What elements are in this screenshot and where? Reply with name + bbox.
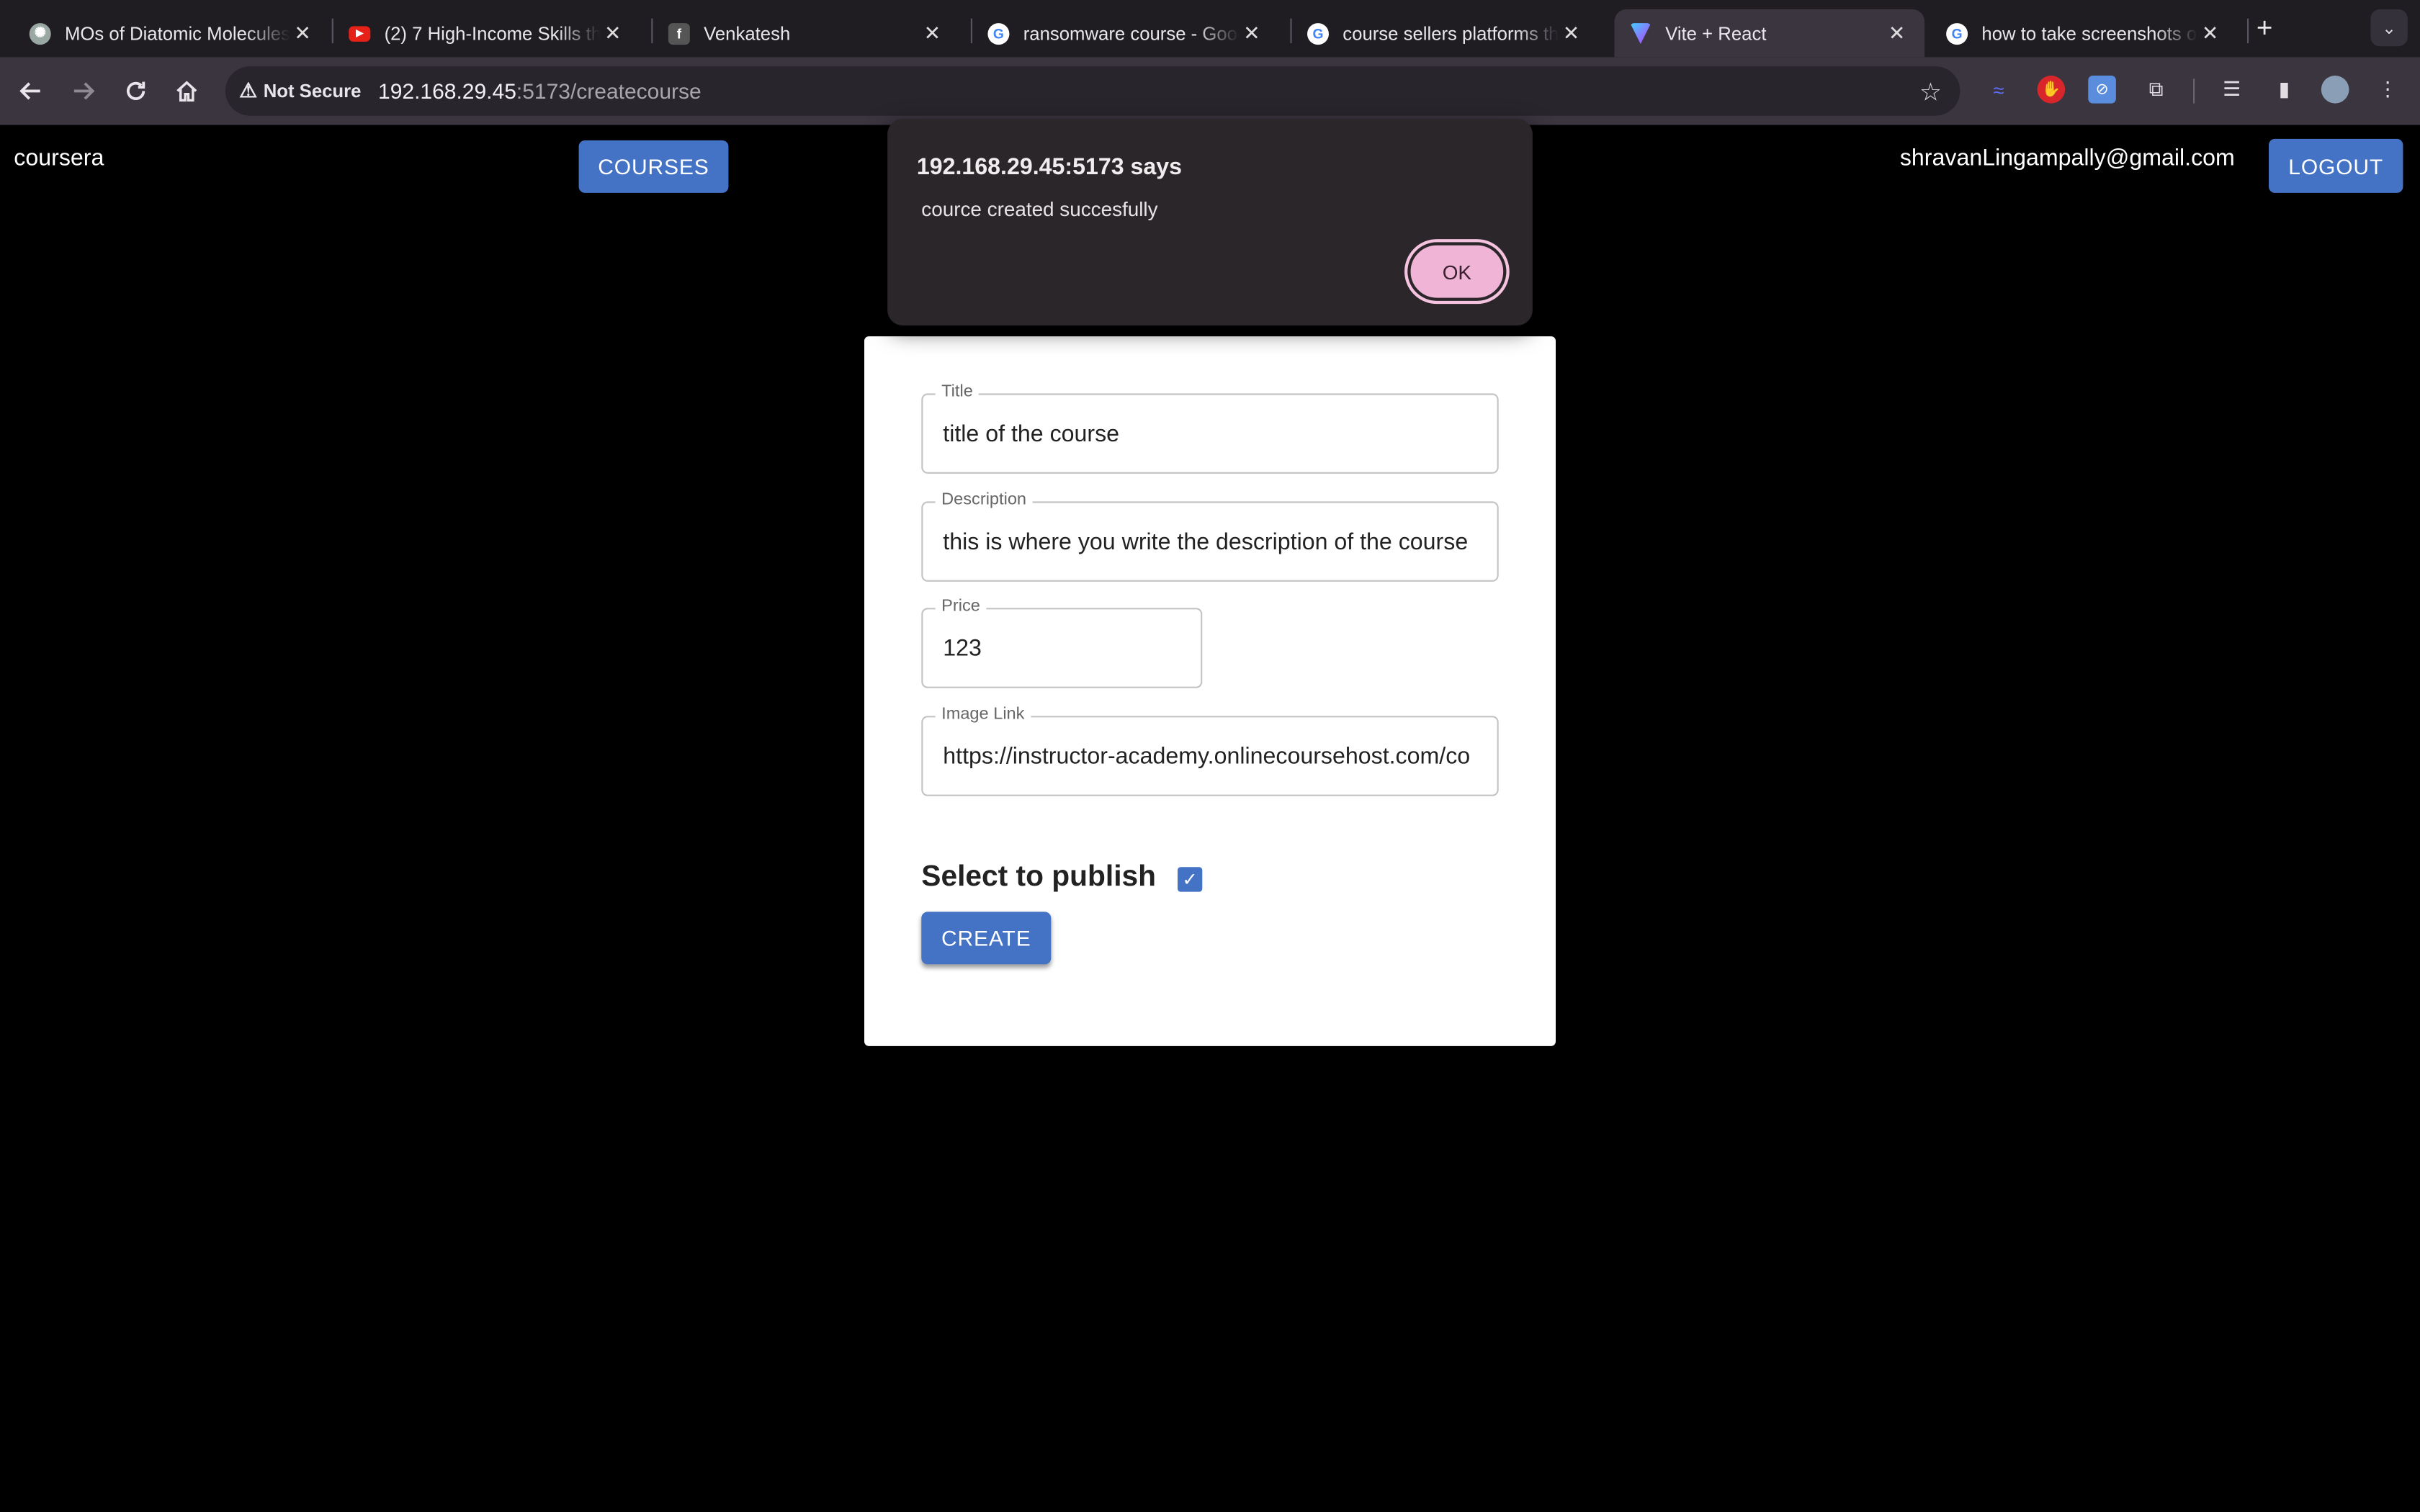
- home-icon[interactable]: [169, 73, 205, 109]
- browser-toolbar: ⚠ Not Secure 192.168.29.45:5173/createco…: [0, 57, 2420, 125]
- tab-youtube[interactable]: ▸ (2) 7 High-Income Skills that ✕: [333, 9, 640, 57]
- tab-venkatesh[interactable]: f Venkatesh ✕: [653, 9, 959, 57]
- google-icon: G: [987, 22, 1010, 45]
- ok-button[interactable]: OK: [1404, 239, 1510, 305]
- price-field[interactable]: Price 123: [921, 597, 1203, 688]
- check-icon: ✓: [1182, 868, 1198, 891]
- title-input[interactable]: title of the course: [943, 421, 1479, 447]
- publish-checkbox[interactable]: ✓: [1178, 867, 1203, 892]
- image-link-field[interactable]: Image Link https://instructor-academy.on…: [921, 705, 1499, 796]
- price-label: Price: [935, 597, 987, 616]
- tab-title: how to take screenshots on: [1981, 22, 2198, 45]
- tab-ransomware[interactable]: G ransomware course - Google ✕: [972, 9, 1279, 57]
- create-button[interactable]: CREATE: [921, 912, 1052, 965]
- reload-icon[interactable]: [117, 73, 154, 109]
- warning-icon: ⚠: [239, 78, 258, 102]
- tab-title: Vite + React: [1665, 22, 1767, 45]
- close-icon[interactable]: ✕: [1240, 21, 1264, 45]
- security-chip[interactable]: ⚠ Not Secure: [239, 78, 361, 103]
- google-icon: G: [1946, 22, 1968, 45]
- chatgpt-icon: ✺: [29, 22, 51, 45]
- tab-strip: ✺ MOs of Diatomic Molecules ✕ ▸ (2) 7 Hi…: [0, 0, 2420, 58]
- title-label: Title: [935, 382, 980, 402]
- tab-title: course sellers platforms that: [1343, 22, 1559, 45]
- page-icon: f: [668, 22, 690, 45]
- extension-wave-icon[interactable]: ≈: [1985, 76, 2013, 104]
- publish-label: Select to publish: [921, 860, 1157, 894]
- url-host: 192.168.29.45: [378, 78, 516, 104]
- menu-kebab-icon[interactable]: ⋮: [2374, 76, 2402, 104]
- brand-name: coursera: [14, 145, 104, 171]
- vite-icon: [1629, 22, 1652, 45]
- youtube-icon: ▸: [349, 24, 371, 41]
- title-field[interactable]: Title title of the course: [921, 382, 1499, 474]
- image-link-input[interactable]: https://instructor-academy.onlinecourseh…: [943, 744, 1479, 770]
- tab-vite-react[interactable]: Vite + React ✕: [1614, 9, 1925, 58]
- tab-title: ransomware course - Google: [1023, 22, 1240, 45]
- alert-dialog: 192.168.29.45:5173 says cource created s…: [887, 119, 1533, 326]
- tab-mos[interactable]: ✺ MOs of Diatomic Molecules ✕: [14, 9, 330, 57]
- courses-button[interactable]: COURSES: [578, 140, 729, 193]
- toolbar-divider: [2193, 78, 2195, 104]
- image-link-label: Image Link: [935, 705, 1031, 724]
- address-bar[interactable]: ⚠ Not Secure 192.168.29.45:5173/createco…: [225, 66, 1960, 116]
- screen: ✺ MOs of Diatomic Molecules ✕ ▸ (2) 7 Hi…: [0, 0, 2420, 1512]
- close-icon[interactable]: ✕: [1559, 21, 1583, 45]
- tab-title: (2) 7 High-Income Skills that: [384, 22, 601, 45]
- dialog-title: 192.168.29.45:5173 says: [916, 154, 1183, 181]
- back-icon[interactable]: [12, 73, 49, 109]
- price-input[interactable]: 123: [943, 636, 1182, 662]
- extension-link-icon[interactable]: ⊘: [2088, 76, 2116, 104]
- dialog-message: cource created succesfully: [921, 197, 1158, 221]
- close-icon[interactable]: ✕: [920, 21, 944, 45]
- bookmark-star-icon[interactable]: ☆: [1919, 77, 1942, 108]
- tab-divider: [2247, 18, 2249, 43]
- tab-title: MOs of Diatomic Molecules: [65, 22, 290, 45]
- close-icon[interactable]: ✕: [290, 21, 315, 45]
- close-icon[interactable]: ✕: [601, 21, 625, 45]
- url-text[interactable]: 192.168.29.45:5173/createcourse: [378, 78, 702, 103]
- tab-search-icon[interactable]: ⌄: [2370, 9, 2408, 47]
- user-email: shravanLingampally@gmail.com: [1899, 145, 2235, 171]
- create-course-card: Title title of the course Description th…: [864, 336, 1556, 1046]
- description-field[interactable]: Description this is where you write the …: [921, 490, 1499, 582]
- security-label: Not Secure: [263, 80, 362, 102]
- close-icon[interactable]: ✕: [2197, 21, 2222, 45]
- profile-avatar[interactable]: [2321, 76, 2349, 104]
- url-path: :5173/createcourse: [516, 78, 702, 104]
- reading-list-icon[interactable]: ☰: [2218, 76, 2246, 104]
- web-page: coursera COURSES shravanLingampally@gmai…: [0, 125, 2420, 1512]
- extensions-puzzle-icon[interactable]: ⧉: [2142, 76, 2170, 104]
- new-tab-icon[interactable]: +: [2257, 12, 2273, 45]
- forward-icon[interactable]: [65, 73, 102, 109]
- tab-title: Venkatesh: [704, 22, 791, 45]
- description-input[interactable]: this is where you write the description …: [943, 529, 1479, 555]
- logout-button[interactable]: LOGOUT: [2269, 138, 2403, 193]
- extension-stop-icon[interactable]: ✋: [2037, 76, 2066, 104]
- close-icon[interactable]: ✕: [1884, 21, 1909, 45]
- tab-screenshots[interactable]: G how to take screenshots on ✕: [1931, 9, 2238, 57]
- side-panel-icon[interactable]: ▮: [2270, 76, 2298, 104]
- google-icon: G: [1307, 22, 1329, 45]
- tab-course-sellers[interactable]: G course sellers platforms that ✕: [1292, 9, 1599, 57]
- description-label: Description: [935, 490, 1033, 510]
